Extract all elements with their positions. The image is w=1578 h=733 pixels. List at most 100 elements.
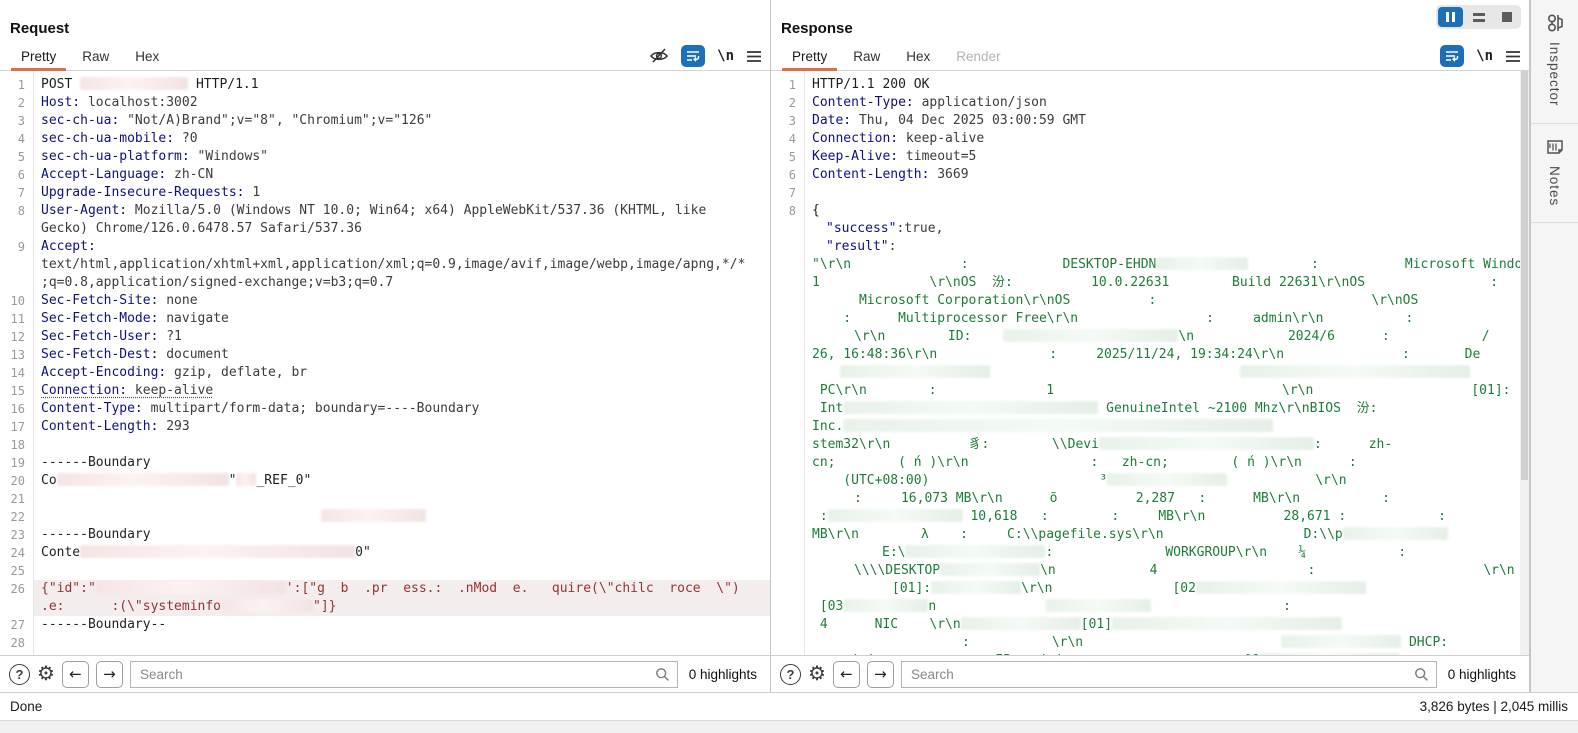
word-wrap-icon[interactable] (681, 45, 705, 67)
code-line: 20Co"_REF_0" (0, 472, 770, 490)
show-newlines-icon[interactable]: \n (717, 48, 734, 64)
show-newlines-icon[interactable]: \n (1476, 48, 1493, 64)
line-number (771, 256, 804, 274)
redacted-blur (321, 509, 426, 522)
request-panel-title: Request (0, 0, 770, 43)
help-icon[interactable]: ? (780, 664, 801, 685)
code-text: "]} (313, 599, 336, 614)
help-icon[interactable]: ? (9, 664, 30, 685)
code-text: Co (41, 473, 57, 488)
code-line: : 10,618 : : MB\r\n 28,671 :: (771, 508, 1529, 526)
response-panel-title: Response (771, 0, 1529, 43)
word-wrap-icon[interactable] (1440, 45, 1464, 67)
search-next-button[interactable]: → (867, 661, 894, 688)
editor-menu-icon[interactable] (1505, 50, 1521, 63)
tab-pretty[interactable]: Pretty (779, 43, 840, 70)
code-text: 3669 (929, 167, 968, 182)
pause-intercept-button[interactable] (1438, 7, 1463, 27)
code-text: timeout=5 (898, 149, 976, 164)
burp-repeater-window: Request PrettyRawHex \n 1POST (0, 0, 1578, 733)
search-input[interactable] (130, 661, 678, 688)
code-line: 28 (0, 634, 770, 652)
code-line: 1 \r\nOS 汾: 10.0.22631 Build 22631\r\nOS… (771, 274, 1529, 292)
code-text: Sec-Fetch-Mode: (41, 311, 158, 326)
scrollbar-thumb[interactable] (1521, 71, 1528, 480)
code-text: Content-Type: (41, 401, 143, 416)
code-text: : (1382, 491, 1390, 506)
code-text: Accept-Encoding: (41, 365, 166, 380)
code-line: 7Upgrade-Insecure-Requests: 1 (0, 184, 770, 202)
stacked-layout-button[interactable] (1466, 7, 1491, 27)
line-number: 27 (0, 616, 33, 634)
redacted-blur (1343, 527, 1448, 540)
redacted-blur (843, 599, 928, 612)
line-number: 4 (771, 130, 804, 148)
code-text: "Not/A)Brand";v="8", "Chromium";v="126" (119, 113, 432, 128)
code-line: Microsoft Corporation\r\nOS :\r\nOS (771, 292, 1529, 310)
single-layout-button[interactable] (1494, 7, 1519, 27)
line-number: 6 (771, 166, 804, 184)
search-prev-button[interactable]: ← (833, 661, 860, 688)
line-number: 15 (0, 382, 33, 400)
code-line (771, 364, 1529, 382)
search-prev-button[interactable]: ← (62, 661, 89, 688)
code-line: text/html,application/xhtml+xml,applicat… (0, 256, 770, 274)
code-text: :true, (896, 221, 943, 236)
hide-nonprintable-icon[interactable] (649, 47, 669, 65)
line-number: 26 (0, 580, 33, 598)
line-number (771, 418, 804, 436)
request-editor[interactable]: 1POST HTTP/1.12Host: localhost:30023sec-… (0, 71, 770, 655)
line-number: 6 (0, 166, 33, 184)
redacted-blur (1240, 365, 1470, 378)
code-text: \n 4 (1040, 563, 1157, 578)
redacted-blur (843, 401, 1098, 414)
code-line: Gecko) Chrome/126.0.6478.57 Safari/537.3… (0, 220, 770, 238)
code-line: 3sec-ch-ua: "Not/A)Brand";v="8", "Chromi… (0, 112, 770, 130)
code-line: Inc. (771, 418, 1529, 436)
tab-pretty[interactable]: Pretty (8, 43, 69, 70)
code-text: : (812, 509, 828, 524)
line-number (0, 256, 33, 274)
tab-hex[interactable]: Hex (122, 43, 172, 70)
settings-gear-icon[interactable]: ⚙ (37, 664, 55, 684)
tab-raw[interactable]: Raw (840, 43, 893, 70)
response-search-box (901, 661, 1437, 688)
code-text: localhost:3002 (80, 95, 197, 110)
settings-gear-icon[interactable]: ⚙ (808, 664, 826, 684)
code-text: Connection: (812, 131, 898, 146)
search-input[interactable] (901, 661, 1437, 688)
redacted-blur (1156, 257, 1248, 270)
status-right: 3,826 bytes | 2,045 millis (1420, 699, 1568, 714)
code-text: \r\nOS (1371, 293, 1418, 308)
code-text: {"id":" (41, 581, 96, 596)
tab-hex[interactable]: Hex (893, 43, 943, 70)
editor-menu-icon[interactable] (746, 50, 762, 63)
redacted-blur (236, 473, 256, 486)
response-editor[interactable]: 1HTTP/1.1 200 OK2Content-Type: applicati… (771, 71, 1529, 655)
code-line: "result": (771, 238, 1529, 256)
code-text: ------Boundary-- (41, 617, 166, 632)
request-tabs: PrettyRawHex (8, 43, 172, 70)
code-text: Thu, 04 Dec 2025 03:00:59 GMT (851, 113, 1086, 128)
code-text: : (1398, 545, 1406, 560)
code-text: sec-ch-ua-platform: (41, 149, 190, 164)
redacted-blur (843, 419, 1273, 432)
code-line: :\r\n DHCP: (771, 634, 1529, 652)
code-text: .e: :(\"systeminfo (41, 599, 221, 614)
code-text: "success" (826, 221, 896, 236)
code-line: 25 (0, 562, 770, 580)
code-text: : 16,073 MB\r\n õ 2,287 : MB\r\n (854, 491, 1300, 506)
code-text: n (928, 599, 936, 614)
code-line: 16Content-Type: multipart/form-data; bou… (0, 400, 770, 418)
tab-raw[interactable]: Raw (69, 43, 122, 70)
search-next-button[interactable]: → (96, 661, 123, 688)
code-text: : (1438, 509, 1446, 524)
sidebar-tab-notes[interactable]: Notes (1531, 124, 1578, 223)
code-text: : (1283, 599, 1291, 614)
response-scrollbar[interactable] (1520, 71, 1529, 655)
sidebar-tab-inspector[interactable]: Inspector (1531, 0, 1578, 124)
code-text: / (1482, 329, 1490, 344)
code-text: text/html,application/xhtml+xml,applicat… (41, 257, 745, 272)
code-text: GenuineIntel ~2100 Mhz\r\nBIOS 汾: (1098, 401, 1377, 416)
line-number: 3 (0, 112, 33, 130)
